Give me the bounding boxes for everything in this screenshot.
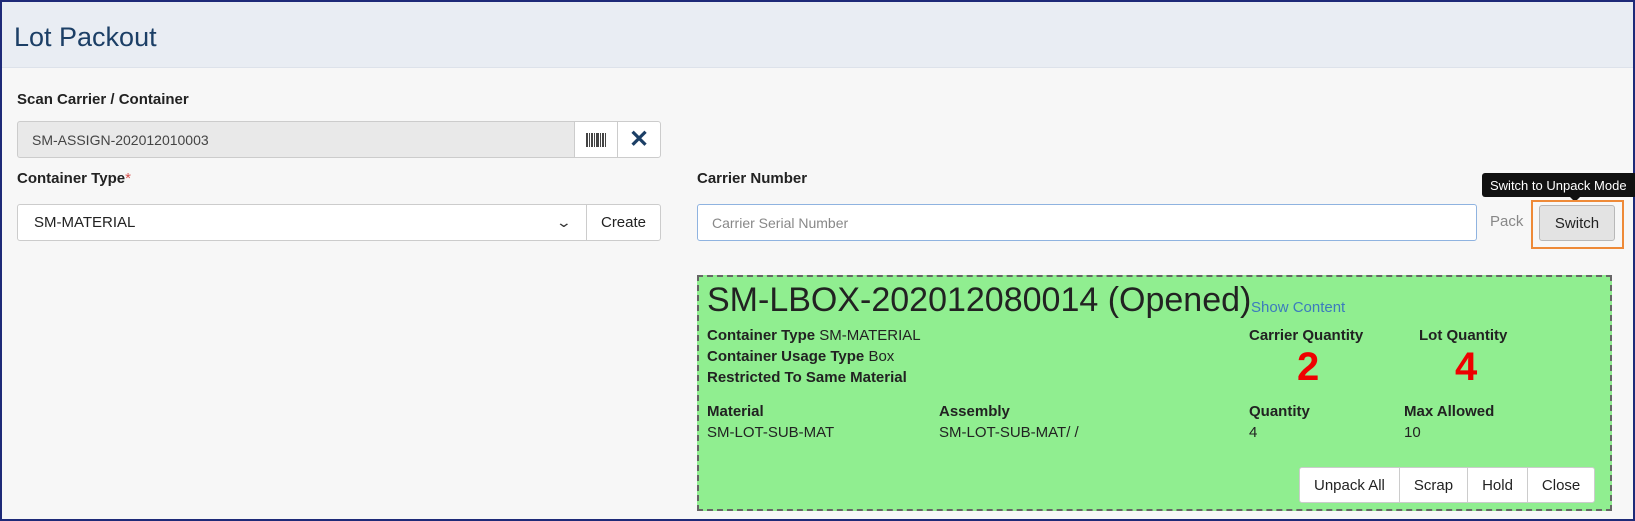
carrier-number-label: Carrier Number — [697, 170, 808, 187]
app-frame: Lot Packout Scan Carrier / Container ✕ C… — [0, 0, 1635, 521]
close-icon: ✕ — [628, 126, 650, 153]
scan-label: Scan Carrier / Container — [17, 91, 189, 108]
carrier-serial-input[interactable] — [697, 204, 1477, 241]
max-allowed-value: 10 — [1404, 424, 1421, 441]
container-type-selected: SM-MATERIAL — [34, 214, 136, 231]
container-type-key: Container Type — [707, 327, 816, 344]
switch-tooltip: Switch to Unpack Mode — [1482, 173, 1635, 197]
unpack-all-button[interactable]: Unpack All — [1300, 468, 1399, 502]
pack-label: Pack — [1490, 213, 1524, 230]
required-mark: * — [125, 170, 131, 187]
container-type-label-text: Container Type — [17, 170, 126, 187]
create-button[interactable]: Create — [586, 204, 661, 241]
quantity-header: Quantity — [1249, 403, 1310, 420]
scrap-button[interactable]: Scrap — [1398, 468, 1467, 502]
material-header: Material — [707, 403, 764, 420]
container-card: SM-LBOX-202012080014 (Opened) Show Conte… — [697, 275, 1612, 511]
carrier-quantity-value: 2 — [1297, 345, 1320, 389]
usage-type-row: Container Usage Type Box — [707, 348, 894, 365]
restricted-key: Restricted To Same Material — [707, 369, 907, 386]
usage-type-key: Container Usage Type — [707, 348, 865, 365]
close-button[interactable]: Close — [1526, 468, 1594, 502]
material-value: SM-LOT-SUB-MAT — [707, 424, 835, 441]
barcode-icon — [586, 132, 606, 147]
clear-scan-button[interactable]: ✕ — [617, 121, 661, 158]
max-allowed-header: Max Allowed — [1404, 403, 1495, 420]
container-card-title: SM-LBOX-202012080014 (Opened) — [707, 281, 1252, 319]
hold-button[interactable]: Hold — [1467, 468, 1527, 502]
chevron-down-icon: ⌄ — [555, 214, 573, 230]
assembly-header: Assembly — [939, 403, 1010, 420]
page-title: Lot Packout — [14, 22, 157, 52]
page-header: Lot Packout — [2, 2, 1633, 68]
carrier-quantity-label: Carrier Quantity — [1249, 327, 1364, 344]
barcode-button[interactable] — [574, 121, 618, 158]
container-actions: Unpack All Scrap Hold Close — [1299, 467, 1596, 503]
container-type-row: Container Type SM-MATERIAL — [707, 327, 921, 344]
assembly-value: SM-LOT-SUB-MAT/ / — [939, 424, 1079, 441]
lot-quantity-value: 4 — [1455, 345, 1478, 389]
lot-quantity-label: Lot Quantity — [1419, 327, 1508, 344]
restricted-row: Restricted To Same Material — [707, 369, 907, 386]
switch-button[interactable]: Switch — [1539, 205, 1615, 241]
scan-input[interactable] — [17, 121, 575, 158]
container-type-label: Container Type* — [17, 170, 131, 187]
container-type-value: SM-MATERIAL — [819, 327, 921, 344]
quantity-value: 4 — [1249, 424, 1258, 441]
container-type-select[interactable]: SM-MATERIAL ⌄ — [17, 204, 587, 241]
show-content-link[interactable]: Show Content — [1251, 299, 1345, 316]
usage-type-value: Box — [868, 348, 895, 365]
